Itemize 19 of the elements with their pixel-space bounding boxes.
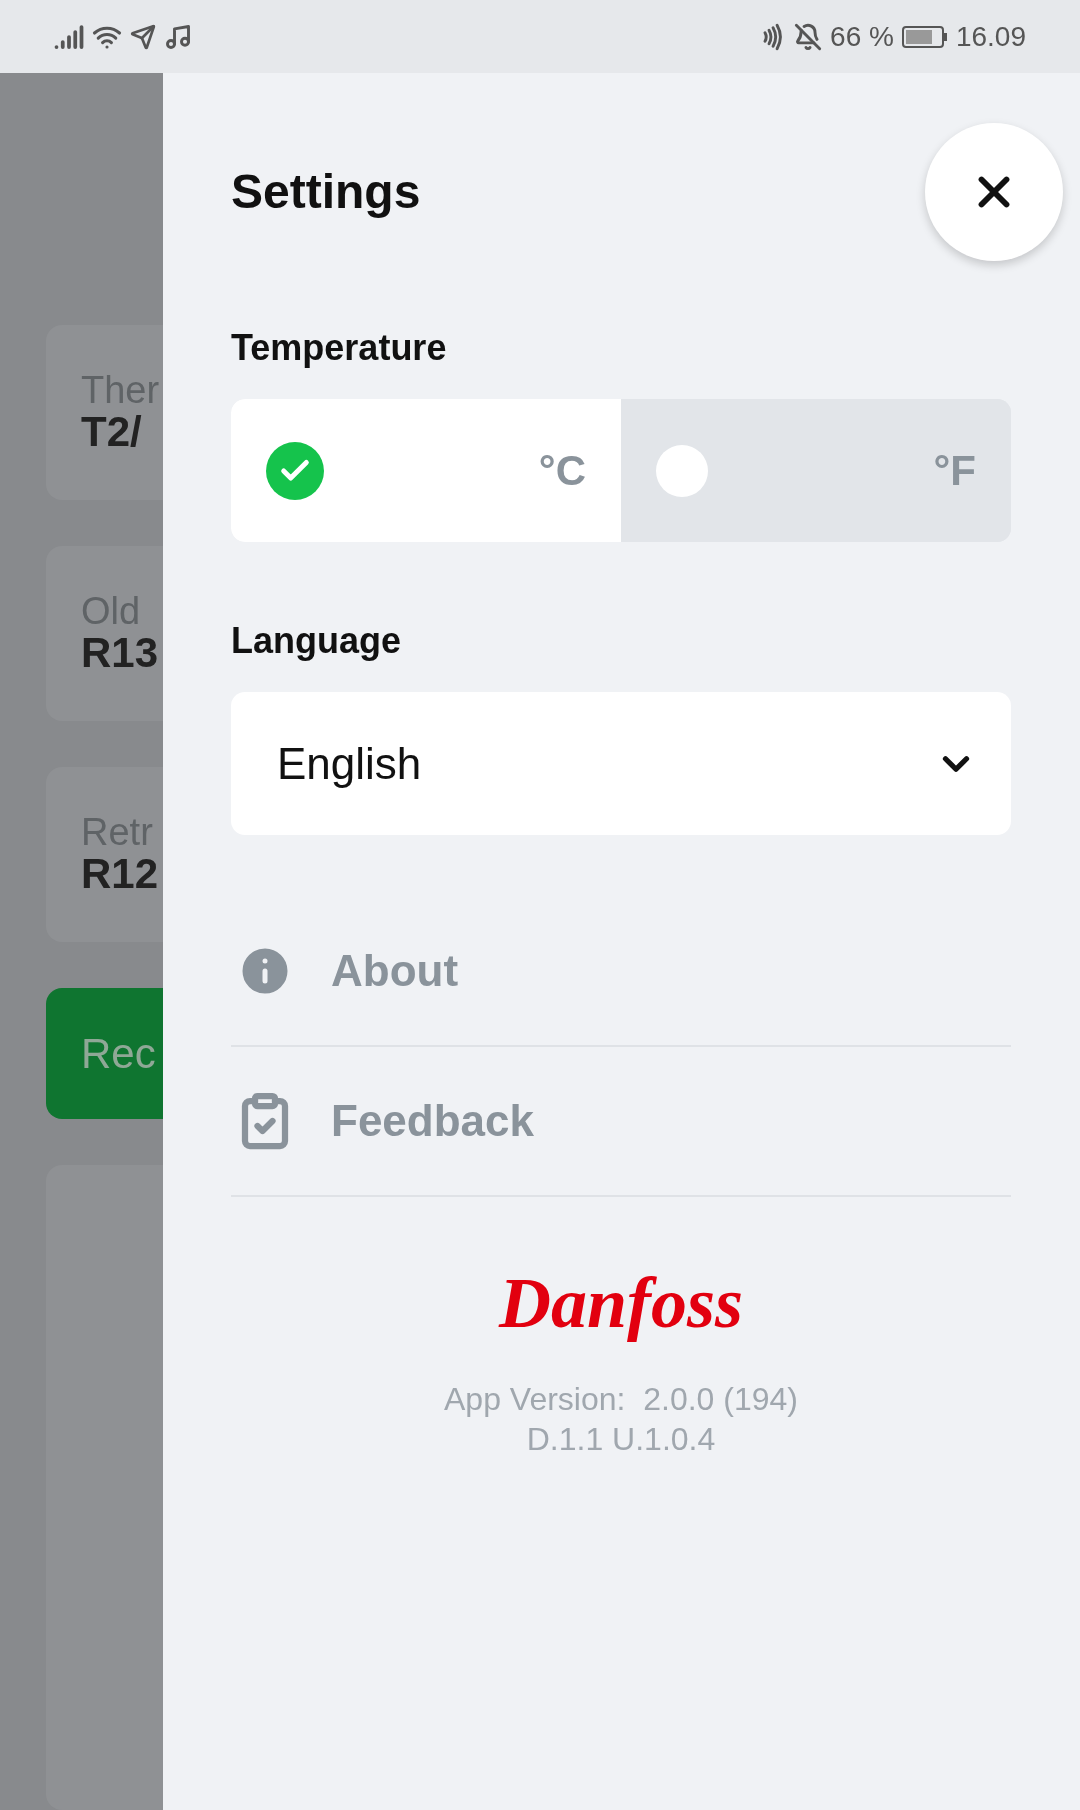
battery-icon [901, 24, 948, 49]
bell-off-icon [794, 22, 823, 51]
menu-item[interactable]: About [231, 938, 459, 1004]
battery-percent: 66 % [830, 19, 894, 54]
version-text: App Version: 2.0.0 (194) [444, 1380, 798, 1419]
section-label: Language [231, 619, 402, 663]
card-value: T2/ [81, 411, 143, 454]
settings-title: Settings [231, 164, 421, 220]
card-value: R13 [81, 632, 160, 675]
music-note-icon [164, 22, 192, 51]
language-dropdown[interactable]: English [231, 692, 1011, 835]
clock-time: 16.09 [955, 19, 1026, 54]
empty-radio-icon [656, 444, 708, 497]
section-label: Temperature [231, 326, 448, 370]
send-icon [130, 23, 156, 50]
version-text: D.1.1 U.1.0.4 [526, 1420, 716, 1459]
unit-option[interactable]: °C [231, 399, 621, 542]
menu-item[interactable]: Feedback [231, 1088, 534, 1154]
card-value: R12 [81, 853, 160, 896]
